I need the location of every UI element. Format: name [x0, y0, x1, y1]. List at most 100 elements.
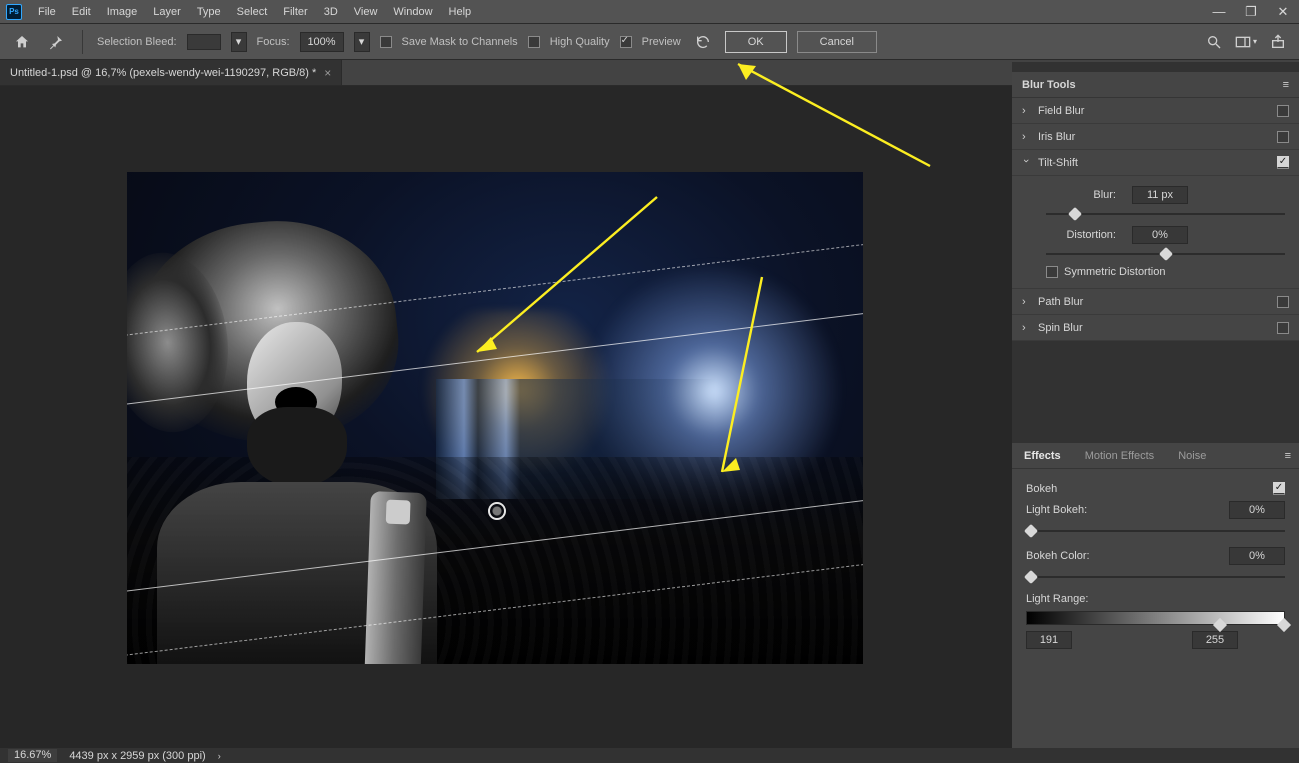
symmetric-distortion-label: Symmetric Distortion	[1064, 266, 1165, 278]
tilt-shift-controls: Blur: 11 px Distortion: 0% Symmetric Dis…	[1012, 176, 1299, 289]
spin-blur-label: Spin Blur	[1038, 322, 1083, 334]
chevron-right-icon: ›	[1022, 131, 1030, 143]
preview-checkbox[interactable]	[620, 36, 632, 48]
annotation-arrow	[457, 187, 677, 367]
menu-bar: Ps File Edit Image Layer Type Select Fil…	[0, 0, 1299, 24]
high-quality-label: High Quality	[550, 36, 610, 48]
cancel-button[interactable]: Cancel	[797, 31, 877, 53]
workspace-switcher-icon[interactable]: ▾	[1235, 31, 1257, 53]
doc-dimensions: 4439 px x 2959 px (300 ppi)	[69, 750, 205, 762]
menu-select[interactable]: Select	[229, 0, 276, 24]
preview-label: Preview	[642, 36, 681, 48]
blur-tools-panel: Blur Tools ≡ › Field Blur › Iris Blur › …	[1012, 72, 1299, 341]
workspace	[0, 86, 1012, 748]
chevron-right-icon: ›	[1022, 105, 1030, 117]
status-bar: 16.67% 4439 px x 2959 px (300 ppi) ›	[0, 748, 1299, 763]
window-close-icon[interactable]: ✕	[1273, 4, 1293, 20]
spin-blur-row[interactable]: › Spin Blur	[1012, 315, 1299, 341]
menu-filter[interactable]: Filter	[275, 0, 315, 24]
field-blur-row[interactable]: › Field Blur	[1012, 98, 1299, 124]
iris-blur-label: Iris Blur	[1038, 131, 1075, 143]
menu-layer[interactable]: Layer	[145, 0, 189, 24]
chevron-right-icon: ›	[1022, 296, 1030, 308]
tilt-shift-label: Tilt-Shift	[1038, 157, 1078, 169]
path-blur-checkbox[interactable]	[1277, 296, 1289, 308]
spin-blur-checkbox[interactable]	[1277, 322, 1289, 334]
window-restore-icon[interactable]: ❐	[1241, 4, 1261, 20]
light-bokeh-slider[interactable]	[1026, 525, 1285, 537]
menu-3d[interactable]: 3D	[316, 0, 346, 24]
focus-input[interactable]: 100%	[300, 32, 344, 52]
search-icon[interactable]	[1203, 31, 1225, 53]
selection-bleed-swatch[interactable]	[187, 34, 221, 50]
pin-tool-icon[interactable]	[44, 30, 68, 54]
iris-blur-row[interactable]: › Iris Blur	[1012, 124, 1299, 150]
light-range-label: Light Range:	[1026, 593, 1285, 605]
bokeh-checkbox[interactable]	[1273, 483, 1285, 495]
chevron-down-icon: ›	[1020, 159, 1032, 167]
selection-bleed-label: Selection Bleed:	[97, 36, 177, 48]
zoom-level[interactable]: 16.67%	[8, 749, 57, 762]
tab-title: Untitled-1.psd @ 16,7% (pexels-wendy-wei…	[10, 67, 316, 79]
save-mask-label: Save Mask to Channels	[402, 36, 518, 48]
blur-amount-input[interactable]: 11 px	[1132, 186, 1188, 204]
tab-close-icon[interactable]: ×	[324, 66, 331, 80]
high-quality-checkbox[interactable]	[528, 36, 540, 48]
menu-file[interactable]: File	[30, 0, 64, 24]
tiltshift-pin[interactable]	[488, 502, 506, 520]
menu-edit[interactable]: Edit	[64, 0, 99, 24]
panel-menu-icon[interactable]: ≡	[1285, 450, 1299, 462]
app-icon: Ps	[6, 4, 22, 20]
window-minimize-icon[interactable]: —	[1209, 4, 1229, 19]
status-flyout-icon[interactable]: ›	[218, 751, 221, 761]
symmetric-distortion-checkbox[interactable]	[1046, 266, 1058, 278]
field-blur-checkbox[interactable]	[1277, 105, 1289, 117]
blur-amount-label: Blur:	[1046, 189, 1116, 201]
focus-label: Focus:	[257, 36, 290, 48]
path-blur-label: Path Blur	[1038, 296, 1083, 308]
tab-effects[interactable]: Effects	[1012, 443, 1073, 468]
blur-tools-title: Blur Tools	[1022, 79, 1076, 91]
menu-type[interactable]: Type	[189, 0, 229, 24]
bokeh-color-input[interactable]: 0%	[1229, 547, 1285, 565]
tab-noise[interactable]: Noise	[1166, 443, 1218, 468]
chevron-right-icon: ›	[1022, 322, 1030, 334]
path-blur-row[interactable]: › Path Blur	[1012, 289, 1299, 315]
tilt-shift-row[interactable]: › Tilt-Shift	[1012, 150, 1299, 176]
distortion-input[interactable]: 0%	[1132, 226, 1188, 244]
annotation-arrow	[712, 272, 772, 482]
effects-panel: Effects Motion Effects Noise ≡ Bokeh Lig…	[1012, 443, 1299, 661]
share-icon[interactable]	[1267, 31, 1289, 53]
tilt-shift-checkbox[interactable]	[1277, 157, 1289, 169]
menu-image[interactable]: Image	[99, 0, 146, 24]
canvas-image[interactable]	[127, 172, 863, 664]
reset-icon[interactable]	[691, 30, 715, 54]
tab-motion-effects[interactable]: Motion Effects	[1073, 443, 1167, 468]
bleed-dropdown-icon[interactable]: ▾	[231, 32, 247, 52]
panel-menu-icon[interactable]: ≡	[1283, 79, 1289, 91]
iris-blur-checkbox[interactable]	[1277, 131, 1289, 143]
right-panels: Blur Tools ≡ › Field Blur › Iris Blur › …	[1012, 62, 1299, 763]
focus-dropdown-icon[interactable]: ▾	[354, 32, 370, 52]
bokeh-color-label: Bokeh Color:	[1026, 550, 1221, 562]
menu-view[interactable]: View	[346, 0, 386, 24]
menu-help[interactable]: Help	[441, 0, 480, 24]
blur-amount-slider[interactable]	[1046, 208, 1285, 220]
bokeh-color-slider[interactable]	[1026, 571, 1285, 583]
light-bokeh-input[interactable]: 0%	[1229, 501, 1285, 519]
ok-button[interactable]: OK	[725, 31, 787, 53]
field-blur-label: Field Blur	[1038, 105, 1084, 117]
light-range-gradient[interactable]	[1026, 611, 1285, 625]
save-mask-checkbox[interactable]	[380, 36, 392, 48]
light-range-low-input[interactable]: 191	[1026, 631, 1072, 649]
distortion-slider[interactable]	[1046, 248, 1285, 260]
menu-window[interactable]: Window	[385, 0, 440, 24]
home-icon[interactable]	[10, 30, 34, 54]
bokeh-label: Bokeh	[1026, 483, 1265, 495]
distortion-label: Distortion:	[1046, 229, 1116, 241]
light-bokeh-label: Light Bokeh:	[1026, 504, 1221, 516]
annotation-arrow	[730, 56, 940, 176]
options-bar: Selection Bleed: ▾ Focus: 100% ▾ Save Ma…	[0, 24, 1299, 60]
light-range-high-input[interactable]: 255	[1192, 631, 1238, 649]
tab-untitled-1[interactable]: Untitled-1.psd @ 16,7% (pexels-wendy-wei…	[0, 60, 342, 85]
